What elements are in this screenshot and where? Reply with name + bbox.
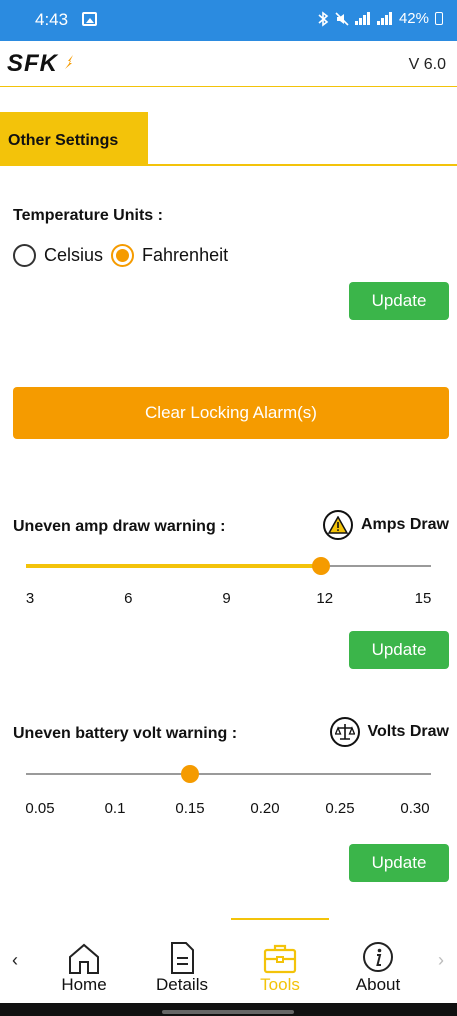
slider-tick-label: 0.1: [104, 800, 126, 817]
slider-track: [26, 773, 431, 775]
signal-icon-2: [376, 12, 392, 25]
slider-tick-label: 0.20: [250, 800, 280, 817]
slider-tick-label: 6: [124, 590, 133, 607]
status-bar: 4:43 42%: [0, 0, 457, 41]
celsius-radio[interactable]: [13, 244, 36, 267]
toolbox-icon: [263, 944, 297, 974]
slider-tick-label: 0.05: [25, 800, 55, 817]
warning-icon: [322, 510, 353, 540]
volt-slider-ticks: 0.05 0.1 0.15 0.20 0.25 0.30: [0, 800, 457, 820]
status-icons: 42%: [317, 10, 443, 27]
home-icon: [69, 943, 99, 974]
slider-tick-label: 3: [25, 590, 35, 607]
slider-tick-label: 0.30: [400, 800, 430, 817]
amps-draw-label-group: Amps Draw: [322, 510, 449, 540]
app-version: V 6.0: [408, 56, 446, 73]
nav-label-home: Home: [61, 975, 107, 994]
temperature-units-label: Temperature Units :: [13, 207, 163, 224]
temperature-radio-group: Celsius Fahrenheit: [13, 244, 236, 267]
battery-percent: 42%: [398, 10, 429, 27]
app-header: SFK V 6.0: [0, 41, 457, 87]
volt-warning-label: Uneven battery volt warning :: [13, 725, 238, 742]
slider-tick-label: 0.25: [325, 800, 355, 817]
nav-item-tools[interactable]: Tools: [231, 915, 329, 1003]
slider-thumb[interactable]: [181, 765, 199, 783]
bluetooth-icon: [318, 10, 329, 27]
section-tab-bar: Other Settings: [0, 112, 457, 166]
nav-label-details: Details: [156, 975, 208, 994]
nav-item-about[interactable]: About: [329, 915, 427, 1003]
celsius-label[interactable]: Celsius: [44, 245, 103, 266]
amp-update-button[interactable]: Update: [349, 631, 449, 669]
slider-tick-label: 12: [316, 590, 334, 607]
nav-prev-arrow-icon[interactable]: ‹: [12, 950, 18, 971]
slider-fill: [26, 564, 321, 568]
clear-locking-alarm-button[interactable]: Clear Locking Alarm(s): [13, 387, 449, 439]
slider-tick-label: 9: [222, 590, 231, 607]
volt-warning-slider[interactable]: [26, 764, 431, 784]
volt-update-button[interactable]: Update: [349, 844, 449, 882]
fahrenheit-label[interactable]: Fahrenheit: [142, 245, 228, 266]
nav-item-details[interactable]: Details: [133, 915, 231, 1003]
nav-next-arrow-icon[interactable]: ›: [438, 950, 444, 971]
nav-label-about: About: [355, 975, 401, 994]
home-indicator[interactable]: [162, 1010, 294, 1014]
amp-warning-slider[interactable]: [26, 556, 431, 576]
nav-item-home[interactable]: Home: [35, 915, 133, 1003]
tab-other-settings[interactable]: Other Settings: [0, 112, 148, 166]
info-icon: [363, 942, 393, 972]
volts-draw-label-group: Volts Draw: [329, 717, 450, 747]
battery-icon: [435, 12, 443, 25]
sfk-logo: SFK: [7, 50, 73, 77]
gallery-notification-icon: [82, 12, 97, 26]
mute-icon: [335, 11, 349, 26]
svg-text:SFK: SFK: [7, 50, 59, 77]
amps-draw-label: Amps Draw: [360, 516, 449, 533]
temperature-update-button[interactable]: Update: [349, 282, 449, 320]
amp-warning-label: Uneven amp draw warning :: [13, 518, 226, 535]
bottom-navigation: ‹ Home Details Tools About ›: [0, 915, 457, 1003]
status-time: 4:43: [35, 10, 69, 29]
signal-icon-1: [354, 12, 370, 25]
volts-draw-label: Volts Draw: [367, 723, 450, 740]
slider-tick-label: 15: [414, 590, 432, 607]
amp-slider-ticks: 3 6 9 12 15: [0, 590, 457, 610]
document-icon: [171, 942, 194, 974]
slider-tick-label: 0.15: [175, 800, 205, 817]
balance-scale-icon: [329, 717, 360, 747]
fahrenheit-radio[interactable]: [111, 244, 135, 267]
slider-thumb[interactable]: [311, 557, 330, 575]
nav-label-tools: Tools: [260, 975, 300, 994]
